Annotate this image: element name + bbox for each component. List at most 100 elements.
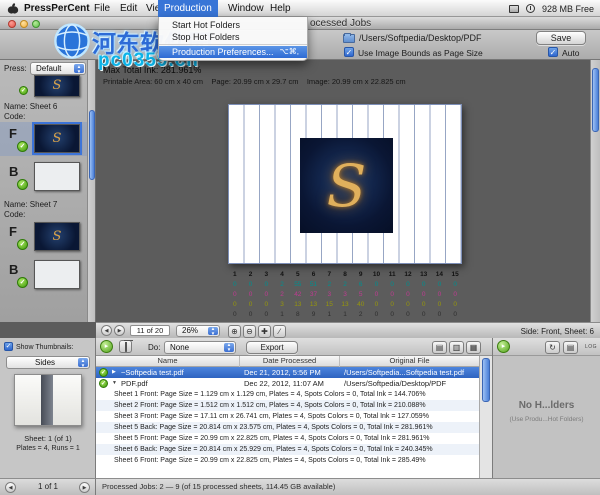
ink-grid-cell: 0 bbox=[243, 300, 259, 310]
folder-list-button[interactable]: ▤ bbox=[563, 341, 578, 354]
ink-grid-cell: 51 bbox=[306, 280, 322, 290]
sheet-thumbnail[interactable]: S bbox=[34, 75, 80, 97]
menu-item-stop-hot-folders[interactable]: Stop Hot Folders bbox=[159, 31, 307, 43]
menubar-app-name[interactable]: PressPerCent bbox=[24, 2, 90, 15]
apple-logo-icon[interactable] bbox=[7, 3, 19, 15]
ink-grid-cell: 1 bbox=[321, 310, 337, 320]
press-select[interactable]: Default ▲▼ bbox=[30, 62, 86, 75]
job-row[interactable]: ✓ ▼ PDF.pdf Dec 22, 2012, 11:07 AM /User… bbox=[96, 378, 479, 389]
job-name: PDF.pdf bbox=[121, 378, 148, 389]
previous-side-button[interactable]: ◀ bbox=[101, 325, 112, 336]
sheet7-back-row[interactable]: B ✓ bbox=[0, 258, 87, 292]
sheet7-back-thumbnail[interactable] bbox=[34, 260, 80, 289]
column-header-file[interactable]: Original File bbox=[340, 356, 479, 367]
sheet-detail-row[interactable]: Sheet 6 Back: Page Size = 20.814 cm x 25… bbox=[96, 444, 479, 455]
zoom-out-tool[interactable]: ⊖ bbox=[243, 325, 256, 338]
minimize-button[interactable] bbox=[20, 20, 28, 28]
auto-checkbox[interactable]: ✓ bbox=[548, 47, 558, 57]
menu-item-label: Stop Hot Folders bbox=[172, 31, 240, 43]
zoom-in-icon: ⊕ bbox=[231, 327, 238, 336]
start-hot-folders-button[interactable]: ▸ bbox=[497, 340, 510, 353]
export-button[interactable]: Export bbox=[246, 341, 298, 354]
memory-status[interactable]: 928 MB Free bbox=[542, 4, 594, 14]
screen: ocessed Jobs /Users/Softpedia/Desktop/PD… bbox=[0, 0, 600, 495]
job-original-file: /Users/Softpedia/Desktop/PDF bbox=[344, 378, 446, 389]
scrollbar-thumb[interactable] bbox=[592, 68, 599, 132]
ink-grid-cell: 8 bbox=[290, 310, 306, 320]
approved-check-icon: ✓ bbox=[17, 179, 28, 190]
disclosure-collapsed-icon[interactable]: ▶ bbox=[112, 367, 116, 378]
menu-window[interactable]: Window bbox=[228, 2, 264, 15]
menu-edit[interactable]: Edit bbox=[120, 2, 137, 15]
sheet-detail-row[interactable]: Sheet 5 Front: Page Size = 20.99 cm x 22… bbox=[96, 433, 479, 444]
sheet-detail-row[interactable]: Sheet 5 Back: Page Size = 20.814 cm x 23… bbox=[96, 422, 479, 433]
menu-item-start-hot-folders[interactable]: Start Hot Folders bbox=[159, 19, 307, 31]
log-tab[interactable]: LOG bbox=[585, 344, 597, 350]
next-side-button[interactable]: ▶ bbox=[114, 325, 125, 336]
scrollbar-thumb[interactable] bbox=[89, 110, 95, 180]
output-path[interactable]: /Users/Softpedia/Desktop/PDF bbox=[359, 33, 482, 43]
ink-grid-cell: 12 bbox=[400, 270, 416, 280]
thumbnail-mode-select[interactable]: Sides ▲▼ bbox=[6, 356, 90, 369]
check-icon: ✓ bbox=[6, 343, 12, 350]
sheet-detail-row[interactable]: Sheet 1 Front: Page Size = 1.129 cm x 1.… bbox=[96, 389, 479, 400]
processed-jobs-panel: ▸ Do: None ▲▼ Export ▤ ▥ ▦ Name Date Pro… bbox=[96, 338, 492, 478]
status-text: Processed Jobs: 2 — 9 (of 15 processed s… bbox=[102, 482, 335, 491]
ink-grid-cell: 55 bbox=[290, 280, 306, 290]
trash-icon bbox=[125, 342, 127, 352]
job-row[interactable]: ✓ ▶ ~Softpedia test.pdf Dec 21, 2012, 5:… bbox=[96, 367, 479, 378]
dimensions-readout: Printable Area: 60 cm x 40 cm Page: 20.9… bbox=[103, 77, 406, 86]
process-button[interactable]: ▸ bbox=[100, 340, 113, 353]
use-image-bounds-checkbox[interactable]: ✓ bbox=[344, 47, 354, 57]
refresh-button[interactable]: ↻ bbox=[545, 341, 560, 354]
ink-grid-cell: 0 bbox=[384, 310, 400, 320]
column-header-name[interactable]: Name bbox=[96, 356, 240, 367]
move-tool[interactable]: ✚ bbox=[258, 325, 271, 338]
sheet6-front-row[interactable]: F ✓ S bbox=[0, 122, 87, 156]
pager-next-button[interactable]: ▶ bbox=[79, 482, 90, 493]
layout-strip bbox=[41, 375, 53, 425]
view-mode-list-button[interactable]: ▤ bbox=[432, 341, 447, 354]
zoom-in-tool[interactable]: ⊕ bbox=[228, 325, 241, 338]
zoom-button[interactable] bbox=[32, 20, 40, 28]
knife-tool[interactable]: ∕ bbox=[273, 325, 286, 338]
ink-grid-cell: 0 bbox=[447, 290, 463, 300]
gauge-icon[interactable] bbox=[526, 4, 535, 13]
layout-thumbnail[interactable] bbox=[14, 374, 82, 426]
jobs-table: ✓ ▶ ~Softpedia test.pdf Dec 21, 2012, 5:… bbox=[96, 367, 479, 478]
menu-production[interactable]: Production bbox=[158, 0, 218, 17]
sidebar-scrollbar[interactable] bbox=[87, 60, 96, 322]
close-button[interactable] bbox=[8, 20, 16, 28]
sheet7-front-thumbnail[interactable]: S bbox=[34, 222, 80, 251]
ink-grid-cell: 0 bbox=[369, 310, 385, 320]
menu-file[interactable]: File bbox=[94, 2, 110, 15]
approved-check-icon: ✓ bbox=[17, 277, 28, 288]
zoom-select[interactable]: 26% ▲▼ bbox=[176, 325, 220, 337]
view-mode-columns-button[interactable]: ▥ bbox=[449, 341, 464, 354]
artwork-thumbnail: S bbox=[35, 76, 79, 96]
disclosure-expanded-icon[interactable]: ▼ bbox=[112, 378, 117, 389]
sheet-detail-row[interactable]: Sheet 6 Front: Page Size = 20.99 cm x 22… bbox=[96, 455, 479, 466]
view-mode-grid-button[interactable]: ▦ bbox=[466, 341, 481, 354]
memory-chip-icon[interactable] bbox=[509, 5, 519, 13]
column-header-date[interactable]: Date Processed bbox=[240, 356, 340, 367]
ink-grid-cell: 0 bbox=[243, 280, 259, 290]
preview-scrollbar[interactable] bbox=[590, 60, 600, 322]
artwork-image: S bbox=[327, 152, 367, 220]
sheet6-back-row[interactable]: B ✓ bbox=[0, 160, 87, 194]
sheet-page-preview[interactable]: S bbox=[228, 104, 462, 264]
sheet7-front-row[interactable]: F ✓ S bbox=[0, 220, 87, 254]
sheet-info: Sheet: 1 (of 1) bbox=[0, 434, 96, 443]
sheet-detail-row[interactable]: Sheet 3 Front: Page Size = 17.11 cm x 26… bbox=[96, 411, 479, 422]
show-thumbnails-checkbox[interactable]: ✓ bbox=[4, 342, 13, 351]
scrollbar-thumb[interactable] bbox=[482, 358, 490, 402]
delete-job-button[interactable] bbox=[119, 340, 132, 353]
sheet6-back-thumbnail[interactable] bbox=[34, 162, 80, 191]
do-action-select[interactable]: None ▲▼ bbox=[164, 341, 236, 354]
menu-help[interactable]: Help bbox=[270, 2, 291, 15]
sheet6-front-thumbnail[interactable]: S bbox=[34, 124, 80, 153]
sheet-detail-row[interactable]: Sheet 2 Front: Page Size = 1.512 cm x 1.… bbox=[96, 400, 479, 411]
menu-item-production-preferences[interactable]: Production Preferences... ⌥⌘, bbox=[159, 46, 307, 58]
jobs-scrollbar[interactable] bbox=[479, 356, 492, 478]
save-button[interactable]: Save bbox=[536, 31, 586, 45]
